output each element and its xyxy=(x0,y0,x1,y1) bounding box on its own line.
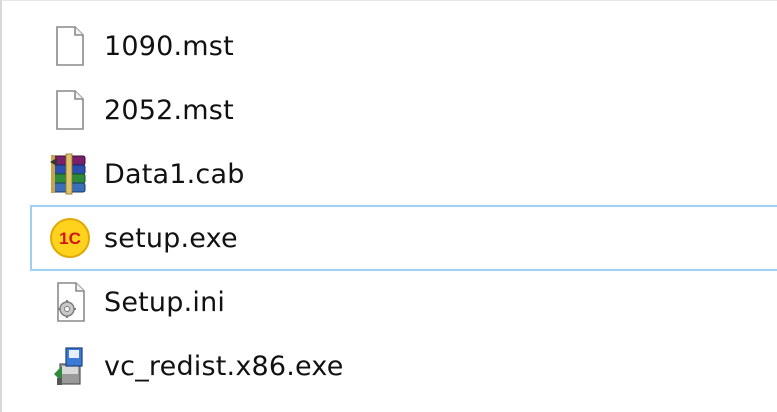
document-icon xyxy=(42,24,98,68)
file-item-data1-cab[interactable]: Data1.cab xyxy=(30,142,777,206)
file-name: vc_redist.x86.exe xyxy=(104,350,344,382)
winrar-archive-icon xyxy=(42,152,98,196)
document-icon xyxy=(42,88,98,132)
file-item-vc-redist-x86-exe[interactable]: vc_redist.x86.exe xyxy=(30,334,777,398)
installer-icon xyxy=(42,344,98,388)
file-name: setup.exe xyxy=(104,222,238,254)
svg-text:1C: 1C xyxy=(59,229,81,248)
1c-setup-icon: 1C xyxy=(42,216,98,260)
file-name: 1090.mst xyxy=(104,30,234,62)
file-name: 2052.mst xyxy=(104,94,234,126)
file-item-2052-mst[interactable]: 2052.mst xyxy=(30,78,777,142)
file-item-setup-exe[interactable]: 1C setup.exe xyxy=(30,205,777,271)
file-name: Data1.cab xyxy=(104,158,245,190)
file-list: 1090.mst 2052.mst Data1.cab 1C setup.exe… xyxy=(30,14,777,398)
file-name: Setup.ini xyxy=(104,286,226,318)
file-explorer-pane: 1090.mst 2052.mst Data1.cab 1C setup.exe… xyxy=(0,0,777,412)
file-item-setup-ini[interactable]: Setup.ini xyxy=(30,270,777,334)
settings-file-icon xyxy=(42,280,98,324)
file-item-1090-mst[interactable]: 1090.mst xyxy=(30,14,777,78)
